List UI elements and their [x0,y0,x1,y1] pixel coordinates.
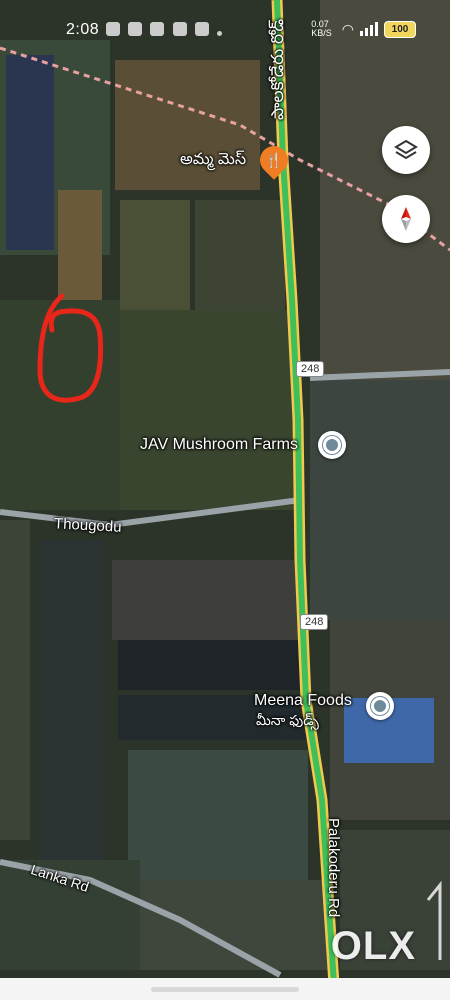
road-label-vertical-telugu: పాలకోడేరు రోడ్ [268,18,287,120]
place-label-local: మీనా ఫుడ్స్ [256,712,319,728]
compass-button[interactable] [382,195,430,243]
route-shield: 248 [300,614,329,630]
battery-indicator: 100 [384,20,416,38]
whatsapp-icon [106,22,120,36]
notification-icons [106,22,226,40]
place-meena-foods[interactable]: Meena Foods మీనా ఫుడ్స్ [252,690,394,734]
home-gesture-bar[interactable] [151,987,299,992]
status-bar: 2:08 0.07 KB/S ◠ 100 [0,0,450,60]
bolt-icon [172,22,187,36]
place-jav-mushroom-farms[interactable]: JAV Mushroom Farms [140,431,346,461]
place-label: JAV Mushroom Farms [140,436,298,453]
place-amma-mess[interactable]: అమ్మ మెస్ 🍴 [180,140,294,180]
road-label-thougodu: Thougodu [53,515,122,536]
network-rate: 0.07 KB/S [311,19,332,38]
youtube-icon [194,22,209,36]
road-label-palakoderu: Palakoderu Rd [325,818,342,918]
route-shield: 248 [296,361,325,377]
instagram-icon [128,22,143,36]
app-icon [150,22,165,36]
place-label: అమ్మ మెస్ [180,151,247,168]
status-right: 0.07 KB/S ◠ 100 [311,20,416,38]
compass-icon [401,207,411,231]
place-pin-icon [318,431,346,459]
olx-watermark: OLX [330,924,416,968]
dot-icon [216,31,222,36]
layers-button[interactable] [382,126,430,174]
wifi-icon: ◠ [341,20,354,37]
signal-icon [360,22,378,36]
place-pin-icon [366,692,394,720]
place-label: Meena Foods [254,692,352,709]
status-time: 2:08 [66,21,100,38]
layers-icon [394,139,418,160]
